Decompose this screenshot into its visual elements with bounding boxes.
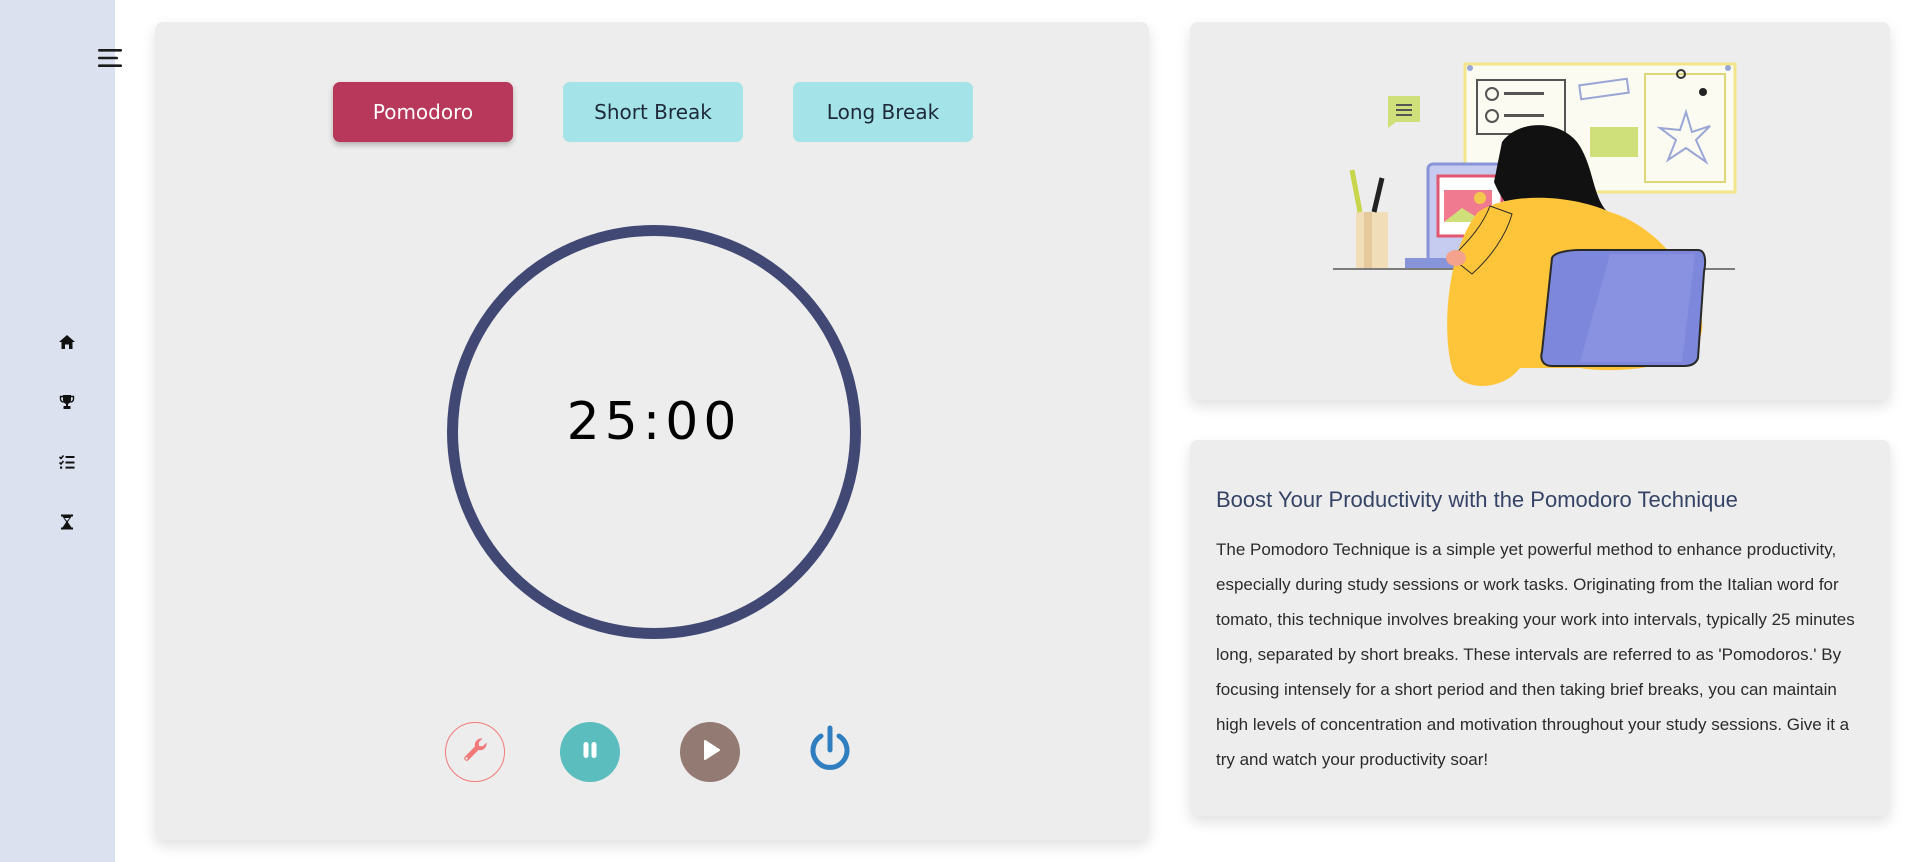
info-title: Boost Your Productivity with the Pomodor…	[1216, 487, 1738, 512]
long-break-mode-button[interactable]: Long Break	[793, 82, 973, 142]
play-button[interactable]	[680, 722, 740, 782]
settings-button[interactable]	[445, 722, 505, 782]
short-break-mode-button[interactable]: Short Break	[563, 82, 743, 142]
info-card: Boost Your Productivity with the Pomodor…	[1190, 440, 1890, 816]
pause-button[interactable]	[560, 722, 620, 782]
pomodoro-mode-button[interactable]: Pomodoro	[333, 82, 513, 142]
timer-display: 25:00	[566, 392, 742, 452]
pomodoro-mode-label: Pomodoro	[372, 100, 474, 124]
hourglass-icon[interactable]	[56, 511, 78, 533]
sidebar	[0, 0, 115, 862]
wrench-icon	[458, 733, 492, 771]
short-break-mode-label: Short Break	[594, 100, 712, 124]
pause-icon	[577, 737, 603, 767]
trophy-icon[interactable]	[56, 391, 78, 413]
home-icon[interactable]	[56, 331, 78, 353]
illustration-card	[1190, 22, 1890, 400]
reset-button[interactable]	[800, 722, 860, 782]
long-break-mode-label: Long Break	[826, 100, 940, 124]
power-icon	[802, 722, 858, 782]
checklist-icon[interactable]	[56, 451, 78, 473]
info-body: The Pomodoro Technique is a simple yet p…	[1216, 540, 1855, 769]
timer-card: Pomodoro Short Break Long Break 25:00	[155, 22, 1149, 840]
hamburger-menu-icon[interactable]	[96, 46, 124, 70]
study-illustration	[1333, 62, 1737, 386]
play-icon	[696, 736, 724, 768]
